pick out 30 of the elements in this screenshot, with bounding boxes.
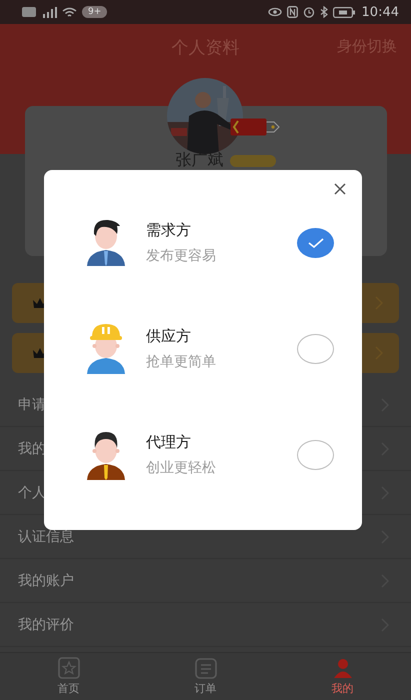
hardhat-worker-icon [84, 322, 128, 376]
option-subtitle: 发布更容易 [146, 247, 217, 265]
option-title: 代理方 [146, 433, 192, 452]
battery-icon [332, 6, 355, 18]
clock-time: 10:44 [362, 4, 399, 20]
signal-icon [41, 6, 57, 18]
bluetooth-icon [320, 6, 328, 18]
menu-item[interactable]: 我的评价 [0, 603, 411, 647]
radio-button[interactable] [297, 334, 334, 364]
nfc-icon [286, 6, 298, 18]
option-subtitle: 创业更轻松 [146, 459, 217, 477]
tab[interactable]: 订单 [184, 653, 226, 700]
wifi-icon [62, 6, 77, 18]
alarm-icon [302, 6, 315, 18]
menu-item[interactable]: 我的账户 [0, 559, 411, 603]
radio-button[interactable] [297, 440, 334, 470]
option-title: 供应方 [146, 327, 192, 346]
option-title: 需求方 [146, 221, 192, 240]
notification-badge: 9+ [82, 6, 108, 18]
person-icon [332, 657, 354, 679]
eye-icon [268, 7, 282, 17]
checkmark-icon [308, 238, 324, 248]
option-subtitle: 抢单更简单 [146, 353, 217, 371]
close-icon [334, 183, 346, 195]
close-button[interactable] [334, 183, 346, 195]
flag-badge-icon [230, 118, 280, 136]
document-icon [194, 657, 216, 679]
tab[interactable]: 我的 [322, 653, 364, 700]
radio-button[interactable] [297, 228, 334, 258]
tab[interactable]: 首页 [48, 653, 90, 700]
